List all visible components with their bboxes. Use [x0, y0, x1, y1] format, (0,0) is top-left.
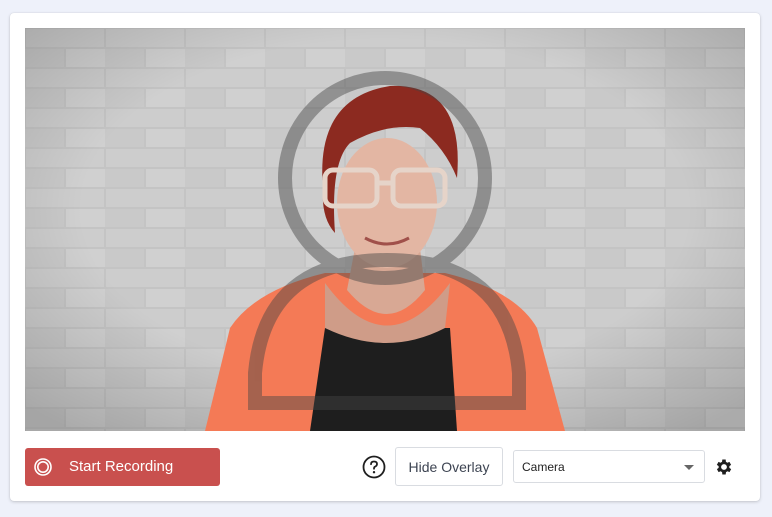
- record-icon: [34, 458, 52, 476]
- recorder-card: Start Recording Hide Overlay Camera: [10, 13, 760, 501]
- black-top: [310, 328, 457, 431]
- control-bar: Start Recording Hide Overlay Camera: [10, 431, 760, 501]
- camera-feed: [25, 28, 745, 431]
- gear-icon[interactable]: [714, 457, 734, 477]
- question-circle-icon[interactable]: [362, 455, 386, 479]
- source-select-value: Camera: [522, 460, 565, 474]
- source-select[interactable]: Camera: [513, 450, 705, 483]
- start-recording-label: Start Recording: [69, 458, 174, 475]
- start-recording-button[interactable]: Start Recording: [25, 448, 220, 486]
- chevron-down-icon: [684, 465, 694, 470]
- hide-overlay-button[interactable]: Hide Overlay: [395, 447, 503, 486]
- face: [337, 138, 437, 268]
- camera-preview: [25, 28, 745, 431]
